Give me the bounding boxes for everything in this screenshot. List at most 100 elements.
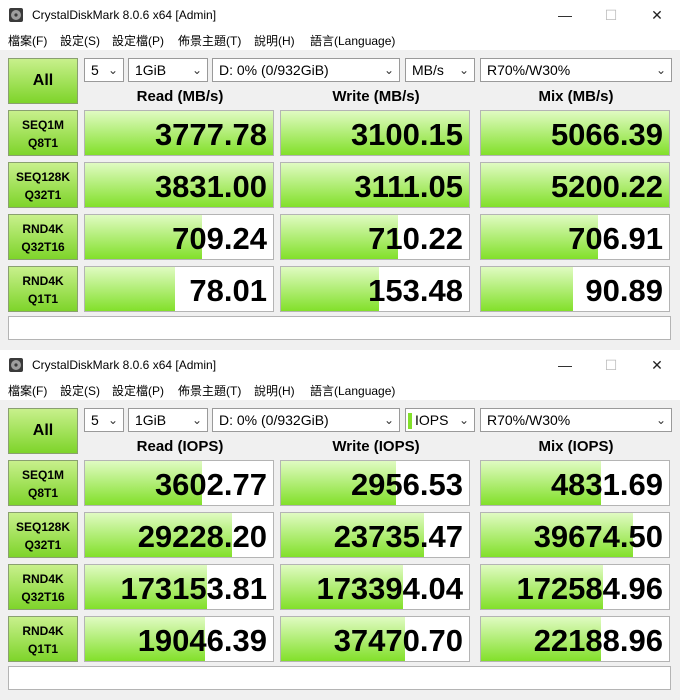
title-bar[interactable]: CrystalDiskMark 8.0.6 x64 [Admin] — ☐ ✕ (0, 0, 680, 30)
all-button[interactable]: All (8, 58, 78, 104)
menu-help[interactable]: 說明(H) (254, 32, 295, 49)
test-count-value: 5 (91, 62, 99, 78)
result-value: 153.48 (368, 273, 463, 308)
result-value: 4831.69 (550, 467, 663, 502)
test-queue: Q8T1 (27, 486, 58, 500)
mix-column-header: Mix (MB/s) (538, 88, 614, 105)
result-value: 39674.50 (533, 519, 663, 554)
seq1m-q8t1-button[interactable]: SEQ1M Q8T1 (8, 110, 78, 156)
result-value: 22188.96 (533, 623, 663, 658)
chevron-down-icon: ⌄ (191, 63, 202, 77)
menu-profile[interactable]: 設定檔(P) (112, 382, 164, 399)
write-result: 23735.47 (280, 512, 470, 558)
read-column-header: Read (MB/s) (136, 88, 224, 105)
test-count-select[interactable]: 5 ⌄ (84, 408, 124, 432)
write-result: 37470.70 (280, 616, 470, 662)
read-result: 173153.81 (84, 564, 274, 610)
crystaldiskmark-app-icon (9, 358, 23, 372)
rnd4k-q32t16-button[interactable]: RND4K Q32T16 (8, 214, 78, 260)
window-title: CrystalDiskMark 8.0.6 x64 [Admin] (32, 358, 217, 372)
read-column-header: Read (IOPS) (136, 438, 224, 455)
drive-select[interactable]: D: 0% (0/932GiB) ⌄ (212, 58, 400, 82)
test-queue: Q32T1 (24, 538, 62, 552)
test-name: SEQ1M (21, 468, 64, 482)
result-value: 5200.22 (550, 169, 663, 204)
unit-value: IOPS (415, 412, 449, 428)
write-result: 3100.15 (280, 110, 470, 156)
rnd4k-q32t16-button[interactable]: RND4K Q32T16 (8, 564, 78, 610)
mix-result: 90.89 (480, 266, 670, 312)
read-result: 19046.39 (84, 616, 274, 662)
seq128k-q32t1-button[interactable]: SEQ128K Q32T1 (8, 162, 78, 208)
menu-help[interactable]: 說明(H) (254, 382, 295, 399)
minimize-icon[interactable]: — (542, 350, 588, 380)
close-icon[interactable]: ✕ (634, 350, 680, 380)
mix-ratio-select[interactable]: R70%/W30% ⌄ (480, 408, 672, 432)
menu-profile[interactable]: 設定檔(P) (112, 32, 164, 49)
read-result: 3777.78 (84, 110, 274, 156)
result-value: 3831.00 (154, 169, 267, 204)
menu-file[interactable]: 檔案(F) (8, 32, 47, 49)
write-result: 710.22 (280, 214, 470, 260)
title-bar[interactable]: CrystalDiskMark 8.0.6 x64 [Admin] — ☐ ✕ (0, 350, 680, 380)
mix-ratio-value: R70%/W30% (487, 412, 571, 428)
drive-select[interactable]: D: 0% (0/932GiB) ⌄ (212, 408, 400, 432)
maximize-icon[interactable]: ☐ (588, 0, 634, 30)
chevron-down-icon: ⌄ (458, 413, 469, 427)
test-queue: Q32T1 (24, 188, 62, 202)
test-size-select[interactable]: 1GiB ⌄ (128, 408, 208, 432)
chevron-down-icon: ⌄ (458, 63, 469, 77)
unit-select[interactable]: MB/s ⌄ (405, 58, 475, 82)
drive-value: D: 0% (0/932GiB) (219, 62, 329, 78)
rnd4k-q1t1-button[interactable]: RND4K Q1T1 (8, 616, 78, 662)
seq1m-q8t1-button[interactable]: SEQ1M Q8T1 (8, 460, 78, 506)
test-count-select[interactable]: 5 ⌄ (84, 58, 124, 82)
test-size-select[interactable]: 1GiB ⌄ (128, 58, 208, 82)
cdm-window-mbps: CrystalDiskMark 8.0.6 x64 [Admin] — ☐ ✕ … (0, 0, 680, 350)
maximize-icon[interactable]: ☐ (588, 350, 634, 380)
menu-settings[interactable]: 設定(S) (60, 382, 100, 399)
all-button[interactable]: All (8, 408, 78, 454)
menu-language[interactable]: 語言(Language) (310, 32, 395, 49)
write-result: 153.48 (280, 266, 470, 312)
menu-settings[interactable]: 設定(S) (60, 32, 100, 49)
write-result: 3111.05 (280, 162, 470, 208)
write-column-header: Write (IOPS) (332, 438, 420, 455)
menu-language[interactable]: 語言(Language) (310, 382, 395, 399)
mix-result: 5200.22 (480, 162, 670, 208)
test-queue: Q8T1 (27, 136, 58, 150)
test-name: RND4K (22, 572, 64, 586)
result-value: 709.24 (172, 221, 267, 256)
benchmark-panel: All 5 ⌄ 1GiB ⌄ D: 0% (0/932GiB) ⌄ MB/s ⌄ R70… (0, 50, 680, 350)
mix-ratio-value: R70%/W30% (487, 62, 571, 78)
read-result: 29228.20 (84, 512, 274, 558)
result-bar (281, 267, 379, 311)
mix-column-header: Mix (IOPS) (538, 438, 614, 455)
minimize-icon[interactable]: — (542, 0, 588, 30)
menu-file[interactable]: 檔案(F) (8, 382, 47, 399)
mix-result: 5066.39 (480, 110, 670, 156)
mix-result: 4831.69 (480, 460, 670, 506)
result-value: 710.22 (368, 221, 463, 256)
result-value: 173394.04 (316, 571, 463, 606)
result-value: 90.89 (585, 273, 663, 308)
focus-marker-icon (408, 413, 412, 430)
close-icon[interactable]: ✕ (634, 0, 680, 30)
mix-ratio-select[interactable]: R70%/W30% ⌄ (480, 58, 672, 82)
crystaldiskmark-app-icon (9, 8, 23, 22)
seq128k-q32t1-button[interactable]: SEQ128K Q32T1 (8, 512, 78, 558)
comment-input[interactable] (8, 666, 671, 690)
unit-select[interactable]: IOPS ⌄ (405, 408, 475, 432)
result-value: 19046.39 (137, 623, 267, 658)
read-result: 3602.77 (84, 460, 274, 506)
test-name: RND4K (22, 222, 64, 236)
chevron-down-icon: ⌄ (655, 63, 666, 77)
drive-value: D: 0% (0/932GiB) (219, 412, 329, 428)
rnd4k-q1t1-button[interactable]: RND4K Q1T1 (8, 266, 78, 312)
result-value: 5066.39 (550, 117, 663, 152)
menu-theme[interactable]: 佈景主題(T) (178, 382, 241, 399)
result-value: 29228.20 (137, 519, 267, 554)
menu-theme[interactable]: 佈景主題(T) (178, 32, 241, 49)
result-bar (85, 267, 176, 311)
comment-input[interactable] (8, 316, 671, 340)
